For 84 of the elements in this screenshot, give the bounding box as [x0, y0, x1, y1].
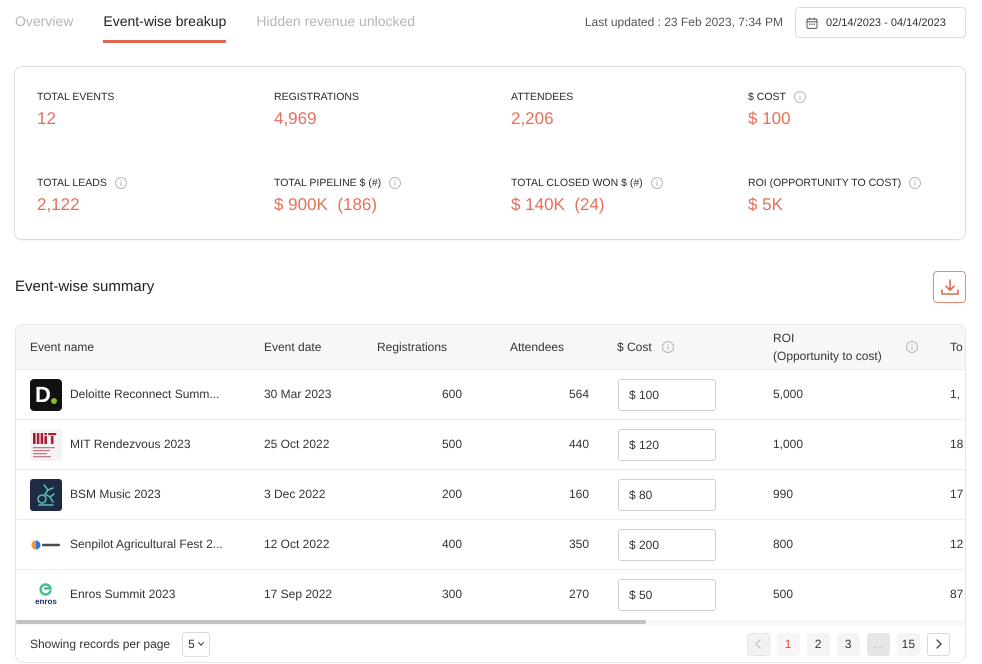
download-icon: [940, 278, 958, 296]
column-header: ROI: [773, 330, 794, 347]
chevron-left-icon: [755, 639, 762, 649]
logo-letter: D: [35, 382, 51, 406]
table-cell: 12: [950, 537, 964, 551]
table-cell: 400: [442, 537, 462, 551]
event-date: 12 Oct 2022: [264, 537, 330, 551]
stat-value: $ 140K (24): [511, 195, 605, 214]
column-header: Event name: [30, 340, 94, 354]
next-page-button[interactable]: [927, 632, 950, 656]
download-button[interactable]: [933, 271, 966, 303]
tab[interactable]: Event-wise breakup: [103, 0, 226, 43]
page-button[interactable]: 1: [776, 632, 800, 656]
logo-wordmark: enros: [35, 597, 57, 606]
stat-value: 4,969: [274, 109, 317, 128]
stat-label: $ COST: [748, 90, 786, 104]
event-date: 30 Mar 2023: [264, 387, 332, 401]
stat-value: $ 100: [748, 109, 791, 128]
column-header: Registrations: [377, 340, 448, 354]
caret-icon: [198, 642, 204, 646]
event-date: 3 Dec 2022: [264, 487, 326, 501]
column-header: $ Cost: [617, 340, 652, 354]
table-cell: 564: [568, 387, 589, 401]
event-name: Enros Summit 2023: [70, 587, 176, 602]
cost-input[interactable]: $ 100: [618, 378, 716, 410]
table-cell: 350: [568, 537, 589, 551]
table-cell: 87: [950, 587, 964, 601]
date-range-button[interactable]: 02/14/2023 - 04/14/2023: [795, 7, 966, 38]
column-header: To: [950, 340, 963, 354]
table-cell: 800: [773, 537, 794, 551]
cost-input[interactable]: $ 80: [618, 478, 716, 510]
stat-value: 2,206: [511, 109, 554, 128]
event-date: 25 Oct 2022: [264, 437, 330, 451]
dot-icon: [51, 398, 57, 404]
figure-tile-icon: [30, 478, 62, 510]
section-title: Event-wise summary: [15, 278, 154, 296]
table-cell: 440: [568, 437, 589, 451]
table-cell: 600: [442, 387, 462, 401]
table-cell: 5,000: [773, 387, 804, 401]
stat-value: $ 5K: [748, 195, 783, 214]
bars-logo-icon: [30, 428, 62, 460]
column-header-note: (Opportunity to cost): [773, 348, 882, 365]
table-cell: 160: [568, 487, 589, 501]
table-cell: 1,000: [773, 437, 804, 451]
stat-label: REGISTRATIONS: [274, 90, 359, 104]
ring-icon: [39, 583, 52, 596]
scrollbar-thumb[interactable]: [16, 620, 646, 624]
stat-value: 12: [37, 109, 56, 128]
page-button[interactable]: 2: [806, 632, 830, 656]
event-name: BSM Music 2023: [70, 487, 161, 502]
table-cell: 17: [950, 487, 964, 501]
cost-input[interactable]: $ 120: [618, 428, 716, 460]
cost-input[interactable]: $ 50: [618, 578, 716, 610]
last-updated-text: Last updated : 23 Feb 2023, 7:34 PM: [584, 15, 783, 29]
table-cell: 1,: [950, 387, 960, 401]
event-name: MIT Rendezvous 2023: [70, 437, 191, 452]
table-cell: 300: [442, 587, 462, 601]
records-per-page-label: Showing records per page: [30, 636, 170, 652]
table-cell: 990: [773, 487, 794, 501]
stat-label: ROI (OPPORTUNITY TO COST): [748, 176, 902, 190]
cost-input[interactable]: $ 200: [618, 528, 716, 560]
table-cell: 18: [950, 437, 964, 451]
chevron-right-icon: [936, 639, 942, 649]
event-name: Senpilot Agricultural Fest 2...: [70, 537, 223, 552]
stat-value: 2,122: [37, 195, 80, 214]
stat-label: TOTAL CLOSED WON $ (#): [511, 176, 643, 190]
page-button[interactable]: 3: [836, 632, 860, 656]
event-date: 17 Sep 2022: [264, 587, 332, 601]
stat-label: TOTAL PIPELINE $ (#): [274, 176, 382, 190]
table-cell: 500: [773, 587, 794, 601]
event-name: Deloitte Reconnect Summ...: [70, 387, 220, 402]
table-cell: 200: [442, 487, 462, 501]
page-button[interactable]: 15: [896, 632, 920, 656]
column-header: Attendees: [510, 340, 564, 354]
stat-label: ATTENDEES: [511, 90, 574, 104]
dot-logo-icon: [31, 540, 61, 550]
table-cell: 270: [568, 587, 589, 601]
per-page-select[interactable]: 5: [182, 632, 210, 656]
column-header: Event date: [264, 340, 322, 354]
stat-label: TOTAL LEADS: [37, 176, 107, 190]
calendar-icon: [806, 16, 818, 28]
stat-label: TOTAL EVENTS: [37, 90, 114, 104]
stat-value: $ 900K (186): [274, 195, 378, 214]
table-cell: 500: [442, 437, 462, 451]
